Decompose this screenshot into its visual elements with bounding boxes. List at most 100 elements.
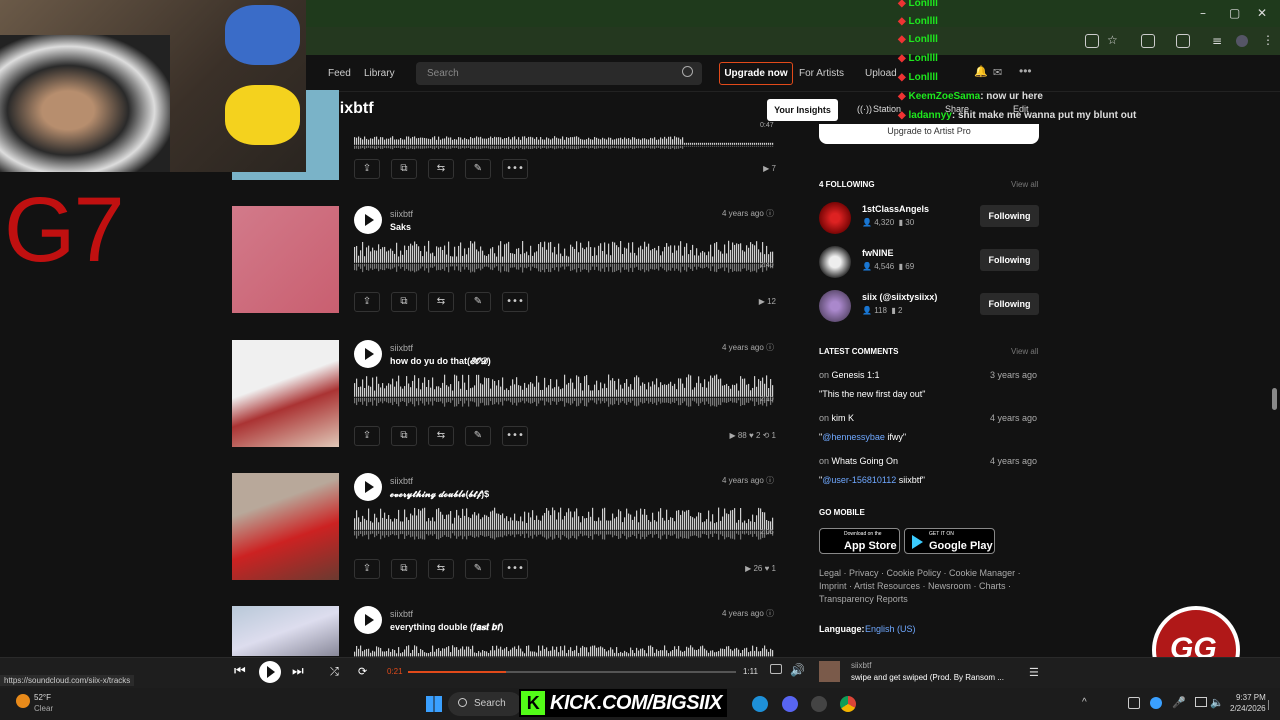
tray-app-icon[interactable] bbox=[1128, 697, 1140, 709]
edit-icon[interactable]: ✎ bbox=[465, 292, 491, 312]
repost-icon[interactable]: ⇆ bbox=[428, 559, 454, 579]
comments-view-all-link[interactable]: View all bbox=[1011, 347, 1038, 356]
clock-date[interactable]: 2/24/2026 bbox=[1230, 704, 1266, 713]
station-button[interactable]: Station bbox=[873, 104, 901, 114]
share-icon[interactable]: ⇪ bbox=[354, 292, 380, 312]
track-title[interactable]: 𝓮𝓿𝓮𝓻𝔂𝓽𝓱𝓲𝓷𝓰 𝓭𝓸𝓾𝓫𝓵𝓮(𝓫𝓽𝓯)$ bbox=[390, 489, 489, 500]
play-button[interactable] bbox=[354, 340, 382, 368]
microphone-icon[interactable]: 🎤 bbox=[1172, 696, 1186, 709]
track-artwork[interactable] bbox=[232, 340, 339, 447]
edit-icon[interactable]: ✎ bbox=[465, 159, 491, 179]
avatar[interactable] bbox=[819, 202, 851, 234]
track-artwork[interactable] bbox=[232, 206, 339, 313]
following-item[interactable]: siix (@siixtysiixx) 👤 118 ▮ 2 Following bbox=[819, 290, 1039, 324]
shuffle-icon[interactable]: ⤮ bbox=[330, 665, 339, 679]
tray-chevron-icon[interactable]: ^ bbox=[1082, 697, 1087, 708]
following-name[interactable]: fwNINE bbox=[862, 248, 894, 258]
copy-link-icon[interactable]: ⧉ bbox=[391, 559, 417, 579]
nav-feed[interactable]: Feed bbox=[328, 68, 351, 79]
following-name[interactable]: 1stClassAngels bbox=[862, 204, 929, 214]
upgrade-now-button[interactable]: Upgrade now bbox=[719, 62, 793, 85]
app-store-badge[interactable]: Download on the App Store bbox=[819, 528, 900, 554]
play-button[interactable] bbox=[354, 206, 382, 234]
share-icon[interactable]: ⇪ bbox=[354, 426, 380, 446]
repeat-icon[interactable]: ⟳ bbox=[358, 665, 367, 678]
copy-link-icon[interactable]: ⧉ bbox=[391, 426, 417, 446]
scrollbar-thumb[interactable] bbox=[1272, 388, 1277, 410]
edit-icon[interactable]: ✎ bbox=[465, 559, 491, 579]
play-pause-button[interactable] bbox=[259, 661, 281, 683]
track-artwork[interactable] bbox=[232, 473, 339, 580]
edge-icon[interactable] bbox=[752, 696, 768, 712]
now-playing-artwork[interactable] bbox=[819, 661, 840, 682]
avatar[interactable] bbox=[819, 290, 851, 322]
maximize-icon[interactable]: ▢ bbox=[1229, 6, 1240, 20]
more-icon[interactable]: ••• bbox=[502, 559, 528, 579]
copy-link-icon[interactable]: ⧉ bbox=[391, 292, 417, 312]
downloads-icon[interactable]: ≡ bbox=[1212, 34, 1222, 48]
messages-icon[interactable]: ✉ bbox=[993, 66, 1002, 79]
chrome-icon[interactable] bbox=[840, 696, 856, 712]
upgrade-artist-pro-button[interactable]: Upgrade to Artist Pro bbox=[819, 124, 1039, 144]
profile-avatar[interactable] bbox=[1236, 35, 1248, 47]
avatar[interactable] bbox=[819, 246, 851, 278]
windows-start-icon[interactable] bbox=[426, 696, 442, 712]
track-title[interactable]: how do yu do that(𝓔𝓞𝓓) bbox=[390, 356, 491, 367]
more-icon[interactable]: ••• bbox=[502, 292, 528, 312]
following-button[interactable]: Following bbox=[980, 205, 1039, 227]
share-icon[interactable]: ⇪ bbox=[354, 159, 380, 179]
following-button[interactable]: Following bbox=[980, 293, 1039, 315]
mention-link[interactable]: @hennessybae bbox=[822, 432, 885, 442]
previous-icon[interactable]: ⏮ bbox=[234, 664, 246, 679]
google-play-badge[interactable]: GET IT ON Google Play bbox=[904, 528, 995, 554]
weather-icon[interactable] bbox=[16, 694, 30, 708]
app-icon[interactable] bbox=[811, 696, 827, 712]
repost-icon[interactable]: ⇆ bbox=[428, 426, 454, 446]
track-artist[interactable]: siixbtf bbox=[390, 209, 413, 219]
close-icon[interactable]: ✕ bbox=[1257, 6, 1267, 20]
station-icon[interactable]: ((·)) bbox=[857, 104, 872, 114]
track-title[interactable]: everything double (𝒇𝒂𝒔𝒕 𝒃𝒇) bbox=[390, 622, 503, 633]
following-name[interactable]: siix (@siixtysiixx) bbox=[862, 292, 937, 302]
footer-links[interactable]: Legal · Privacy · Cookie Policy · Cookie… bbox=[819, 567, 1039, 606]
track-title[interactable]: Saks bbox=[390, 222, 411, 232]
comment-track[interactable]: on Genesis 1:1 bbox=[819, 370, 880, 380]
share-icon[interactable]: ⇪ bbox=[354, 559, 380, 579]
track-waveform[interactable] bbox=[354, 120, 774, 160]
following-item[interactable]: 1stClassAngels 👤 4,320 ▮ 30 Following bbox=[819, 202, 1039, 236]
search-icon[interactable] bbox=[682, 66, 693, 77]
track-artist[interactable]: siixbtf bbox=[390, 343, 413, 353]
play-button[interactable] bbox=[354, 606, 382, 634]
bookmark-star-icon[interactable]: ☆ bbox=[1107, 33, 1118, 47]
install-app-icon[interactable] bbox=[1085, 34, 1099, 48]
track-artist[interactable]: siixbtf bbox=[390, 609, 413, 619]
now-playing-artist[interactable]: siixbtf bbox=[851, 661, 871, 670]
network-icon[interactable] bbox=[1195, 697, 1207, 707]
menu-kebab-icon[interactable]: ⋮ bbox=[1262, 33, 1274, 47]
now-playing-title[interactable]: swipe and get swiped (Prod. By Ransom ..… bbox=[851, 673, 1004, 682]
following-item[interactable]: fwNINE 👤 4,546 ▮ 69 Following bbox=[819, 246, 1039, 280]
track-waveform[interactable] bbox=[354, 505, 774, 545]
progress-track[interactable] bbox=[408, 671, 736, 673]
more-icon[interactable]: ••• bbox=[1019, 64, 1032, 78]
edit-icon[interactable]: ✎ bbox=[465, 426, 491, 446]
show-desktop-button[interactable] bbox=[1268, 700, 1274, 710]
sidebar-icon[interactable] bbox=[1176, 34, 1190, 48]
queue-icon[interactable]: ☰ bbox=[1029, 666, 1039, 679]
volume-icon[interactable]: 🔊 bbox=[790, 663, 805, 677]
track-artist[interactable]: siixbtf bbox=[390, 476, 413, 486]
copy-link-icon[interactable]: ⧉ bbox=[391, 159, 417, 179]
track-artwork[interactable] bbox=[232, 606, 339, 656]
comment-track[interactable]: on kim K bbox=[819, 413, 854, 423]
more-icon[interactable]: ••• bbox=[502, 426, 528, 446]
following-button[interactable]: Following bbox=[980, 249, 1039, 271]
clock-time[interactable]: 9:37 PM bbox=[1236, 693, 1266, 702]
tray-app-icon[interactable] bbox=[1150, 697, 1162, 709]
track-waveform[interactable] bbox=[354, 372, 774, 412]
extensions-icon[interactable] bbox=[1141, 34, 1155, 48]
speaker-icon[interactable]: 🔈 bbox=[1210, 696, 1224, 709]
track-waveform[interactable] bbox=[354, 238, 774, 278]
repost-icon[interactable]: ⇆ bbox=[428, 292, 454, 312]
weather-temp[interactable]: 52°F bbox=[34, 693, 51, 702]
minimize-icon[interactable]: – bbox=[1200, 6, 1206, 20]
